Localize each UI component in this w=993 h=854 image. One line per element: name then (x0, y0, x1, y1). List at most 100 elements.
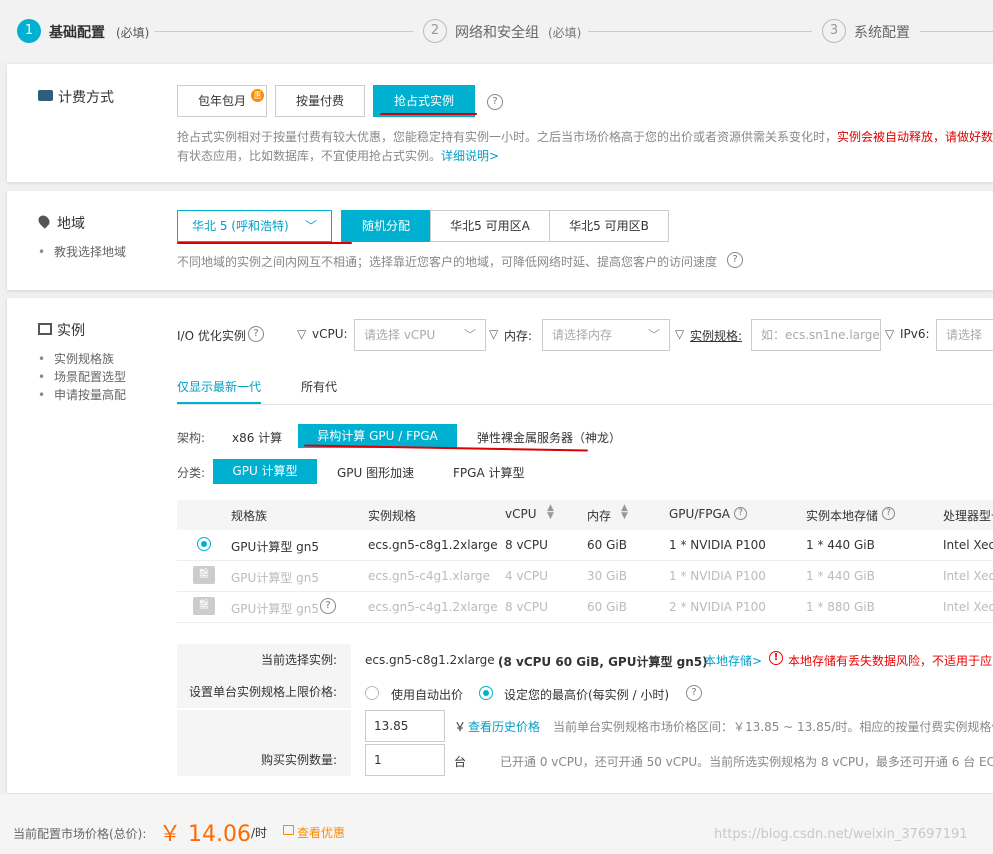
step-3-number: 3 (822, 19, 846, 43)
tab-active-indicator (177, 402, 261, 404)
col-vcpu[interactable]: vCPU (505, 507, 537, 521)
cell-gpu: 2 * NVIDIA P100 (669, 600, 766, 614)
zone-b[interactable]: 华北5 可用区B (549, 210, 669, 242)
history-price-link[interactable]: 查看历史价格 (468, 718, 540, 735)
ipv6-select[interactable]: 请选择 (936, 319, 993, 351)
cat-fpga-compute[interactable]: FPGA 计算型 (453, 464, 524, 481)
cell-spec: ecs.gn5-c4g1.xlarge (368, 569, 491, 583)
region-desc: 不同地域的实例之间内网互不相通；选择靠近您客户的地域，可降低网络时延、提高您客户… (177, 255, 718, 269)
help-icon[interactable]: ? (686, 685, 702, 701)
cell-vcpu: 4 vCPU (505, 569, 548, 583)
zone-random[interactable]: 随机分配 (341, 210, 431, 242)
cell-memory: 60 GiB (587, 600, 627, 614)
sold-out-badge: 罄 (193, 597, 215, 615)
zone-a[interactable]: 华北5 可用区A (430, 210, 550, 242)
cell-spec: ecs.gn5-c4g1.2xlarge (368, 600, 498, 614)
memory-select[interactable]: 请选择内存 ﹀ (542, 319, 670, 351)
spec-input[interactable]: 如：ecs.sn1ne.large (751, 319, 881, 351)
step-1-number: 1 (17, 19, 41, 43)
help-icon[interactable]: ? (248, 326, 264, 342)
col-storage: 实例本地存储 (806, 509, 879, 523)
yen-symbol: ￥ (454, 720, 467, 734)
sort-icon[interactable]: ▲ ▼ (621, 504, 628, 521)
help-icon[interactable]: ? (320, 598, 336, 614)
bullet: • (38, 388, 46, 402)
cell-family: GPU计算型 gn5 (231, 571, 319, 585)
cell-cpu: Intel Xeon (943, 538, 993, 552)
gift-icon (283, 825, 294, 835)
arch-label: 架构: (177, 431, 206, 445)
memory-label: 内存: (504, 329, 533, 343)
arch-x86[interactable]: x86 计算 (232, 429, 282, 446)
vcpu-select[interactable]: 请选择 vCPU ﹀ (354, 319, 486, 351)
quantity-label: 购买实例数量: (177, 744, 351, 776)
price-label-spacer (177, 710, 351, 744)
instance-icon (38, 323, 52, 335)
step-divider (588, 31, 812, 32)
quantity-info: 已开通 0 vCPU，还可开通 50 vCPU。当前所选实例规格为 8 vCPU… (500, 755, 993, 769)
auto-bid-radio[interactable] (365, 686, 379, 700)
link-instance-family[interactable]: 实例规格族 (54, 350, 114, 367)
billing-card: 计费方式 包年包月 惠 按量付费 抢占式实例 ? 抢占式实例相对于按量付费有较大… (7, 64, 993, 182)
row-radio[interactable] (197, 537, 211, 551)
vcpu-placeholder: 请选择 vCPU (364, 328, 436, 342)
max-bid-radio[interactable] (479, 686, 493, 700)
region-select-value: 华北 5 (呼和浩特) (192, 219, 289, 233)
cat-gpu-compute[interactable]: GPU 计算型 (213, 459, 317, 484)
region-card: 地域 • 教我选择地域 华北 5 (呼和浩特) ﹀ 随机分配 华北5 可用区A … (7, 191, 993, 290)
step-2-number: 2 (423, 19, 447, 43)
ipv6-label: IPv6: (900, 327, 930, 341)
tab-all-gen[interactable]: 所有代 (301, 378, 337, 395)
auto-bid-label[interactable]: 使用自动出价 (391, 686, 463, 703)
cell-family: GPU计算型 gn5 (231, 602, 319, 616)
quantity-input[interactable]: 1 (365, 744, 445, 776)
billing-desc-line1: 抢占式实例相对于按量付费有较大优惠，您能稳定持有实例一小时。之后当市场价格高于您… (177, 130, 838, 144)
region-help-link[interactable]: 教我选择地域 (54, 243, 126, 260)
cell-memory: 60 GiB (587, 538, 627, 552)
filter-icon: ▽ (489, 327, 499, 341)
cat-gpu-graphics[interactable]: GPU 图形加速 (337, 464, 414, 481)
cell-memory: 30 GiB (587, 569, 627, 583)
step-1-note: (必填) (116, 26, 150, 40)
help-icon[interactable]: ? (882, 507, 895, 520)
billing-desc-line2: 有状态应用，比如数据库，不宜使用抢占式实例。 (177, 149, 442, 163)
chevron-down-icon: ﹀ (647, 328, 660, 342)
region-select[interactable]: 华北 5 (呼和浩特) ﹀ (177, 210, 332, 242)
max-price-input[interactable]: 13.85 (365, 710, 445, 742)
view-discount-link[interactable]: 查看优惠 (297, 824, 345, 841)
col-memory[interactable]: 内存 (587, 507, 611, 524)
link-scenario[interactable]: 场景配置选型 (54, 368, 126, 385)
tab-latest-gen[interactable]: 仅显示最新一代 (177, 378, 261, 395)
chevron-down-icon: ﹀ (304, 219, 317, 233)
help-icon[interactable]: ? (734, 507, 747, 520)
details-link[interactable]: 详细说明> (441, 149, 499, 163)
step-3-label[interactable]: 系统配置 (854, 22, 910, 42)
local-storage-link[interactable]: 本地存储> (704, 652, 762, 669)
current-detail: (8 vCPU 60 GiB, GPU计算型 gn5) (498, 655, 708, 669)
help-icon[interactable]: ? (487, 94, 503, 110)
billing-option-pay-as-you-go[interactable]: 按量付费 (275, 85, 365, 117)
help-icon[interactable]: ? (727, 252, 743, 268)
annotation-underline (177, 242, 352, 244)
billing-desc-warning: 实例会被自动释放，请做好数 (837, 130, 993, 144)
sold-out-badge: 罄 (193, 566, 215, 584)
location-icon (36, 213, 52, 229)
price-unit: /时 (251, 826, 268, 840)
bullet: • (38, 370, 46, 384)
step-2-label[interactable]: 网络和安全组 (455, 22, 539, 42)
total-price: ￥ 14.06 (159, 822, 251, 847)
cell-gpu: 1 * NVIDIA P100 (669, 569, 766, 583)
sort-icon[interactable]: ▲ ▼ (547, 504, 554, 521)
bullet: • (38, 352, 46, 366)
cell-vcpu: 8 vCPU (505, 600, 548, 614)
step-divider (154, 31, 413, 32)
step-1-label[interactable]: 基础配置 (49, 22, 105, 42)
billing-icon (38, 90, 53, 101)
quantity-unit: 台 (454, 755, 467, 769)
current-spec: ecs.gn5-c8g1.2xlarge (365, 653, 495, 667)
max-bid-label[interactable]: 设定您的最高价(每实例 / 小时) (504, 686, 669, 703)
arch-bare-metal[interactable]: 弹性裸金属服务器（神龙） (477, 429, 621, 446)
cell-spec: ecs.gn5-c8g1.2xlarge (368, 538, 498, 552)
link-apply-quota[interactable]: 申请按量高配 (54, 386, 126, 403)
io-optimized-label: I/O 优化实例 (177, 329, 246, 343)
